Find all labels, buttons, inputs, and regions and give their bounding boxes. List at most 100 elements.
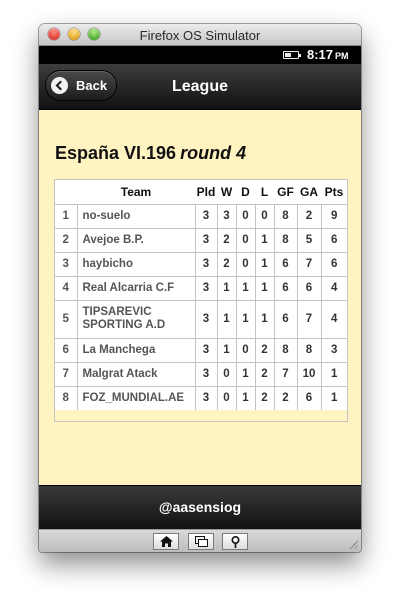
team-cell: Malgrat Atack xyxy=(76,361,195,386)
stat-cell: 1 xyxy=(216,299,236,338)
stat-cell: 8 xyxy=(273,227,297,252)
league-content: España VI.196 round 4 Team Pld W D L GF G… xyxy=(39,110,361,485)
app-footer: @aasensiog xyxy=(39,485,361,529)
stat-cell: 3 xyxy=(194,227,217,252)
team-cell: Real Alcarria C.F xyxy=(76,275,195,300)
column-header xyxy=(55,180,77,205)
stat-cell: 1 xyxy=(254,275,274,300)
status-clock: 8:17 PM xyxy=(307,47,349,62)
header-title: League xyxy=(171,78,228,95)
clock-time: 8:17 xyxy=(307,47,334,62)
team-cell: Avejoe B.P. xyxy=(76,227,195,252)
stat-cell: 1 xyxy=(235,275,255,300)
table-row: 5 TIPSAREVIC SPORTING A.D 3 1 1 1 6 7 4 xyxy=(55,299,347,338)
stat-cell: 4 xyxy=(320,299,347,338)
column-header: GF xyxy=(274,180,297,205)
table-row: 7 Malgrat Atack 3 0 1 2 7 10 1 xyxy=(55,361,347,386)
table-row: 1 no-suelo 3 3 0 0 8 2 9 xyxy=(55,203,347,228)
column-header: Pts xyxy=(321,180,347,205)
stat-cell: 4 xyxy=(320,275,347,300)
stat-cell: 2 xyxy=(296,203,321,228)
stat-cell: 1 xyxy=(235,299,255,338)
stat-cell: 2 xyxy=(254,361,274,386)
stat-cell: 0 xyxy=(235,337,255,362)
table-row: 6 La Manchega 3 1 0 2 8 8 3 xyxy=(55,337,347,362)
rank-cell: 5 xyxy=(55,299,77,338)
app-header: Back League xyxy=(39,64,361,110)
stat-cell: 1 xyxy=(320,361,347,386)
stat-cell: 1 xyxy=(254,299,274,338)
stat-cell: 9 xyxy=(320,203,347,228)
stat-cell: 8 xyxy=(273,203,297,228)
stat-cell: 6 xyxy=(296,385,321,410)
stat-cell: 3 xyxy=(216,203,236,228)
team-cell: FOZ_MUNDIAL.AE xyxy=(76,385,195,410)
stat-cell: 1 xyxy=(216,275,236,300)
stat-cell: 6 xyxy=(320,227,347,252)
stat-cell: 5 xyxy=(296,227,321,252)
stat-cell: 3 xyxy=(320,337,347,362)
stat-cell: 6 xyxy=(273,275,297,300)
rank-cell: 3 xyxy=(55,251,77,276)
league-heading: España VI.196 round 4 xyxy=(55,143,246,164)
stat-cell: 6 xyxy=(320,251,347,276)
rank-cell: 8 xyxy=(55,385,77,410)
footer-handle: @aasensiog xyxy=(158,499,242,515)
stat-cell: 3 xyxy=(194,203,217,228)
league-round: round 4 xyxy=(180,143,247,163)
table-row: 2 Avejoe B.P. 3 2 0 1 8 5 6 xyxy=(55,227,347,252)
stat-cell: 8 xyxy=(296,337,321,362)
location-button[interactable] xyxy=(222,533,248,550)
stat-cell: 2 xyxy=(254,385,274,410)
stat-cell: 1 xyxy=(254,251,274,276)
league-name: España VI.196 xyxy=(55,143,177,163)
table-row: 4 Real Alcarria C.F 3 1 1 1 6 6 4 xyxy=(55,275,347,300)
resize-grip[interactable] xyxy=(348,539,358,549)
windows-icon xyxy=(195,536,208,547)
battery-icon xyxy=(283,51,301,59)
simulator-bottom-bar xyxy=(39,529,361,552)
stat-cell: 1 xyxy=(320,385,347,410)
stat-cell: 10 xyxy=(296,361,321,386)
home-button[interactable] xyxy=(153,533,179,550)
rank-cell: 4 xyxy=(55,275,77,300)
team-cell: haybicho xyxy=(76,251,195,276)
stat-cell: 0 xyxy=(254,203,274,228)
stat-cell: 6 xyxy=(296,275,321,300)
stat-cell: 3 xyxy=(194,251,217,276)
simulator-window: Firefox OS Simulator 8:17 PM Back League … xyxy=(39,24,361,552)
stat-cell: 2 xyxy=(273,385,297,410)
stat-cell: 1 xyxy=(235,361,255,386)
team-cell: TIPSAREVIC SPORTING A.D xyxy=(76,299,195,338)
home-icon xyxy=(160,536,173,547)
column-header: W xyxy=(217,180,236,205)
stat-cell: 0 xyxy=(216,385,236,410)
stat-cell: 0 xyxy=(235,227,255,252)
stat-cell: 3 xyxy=(194,299,217,338)
league-table: Team Pld W D L GF GA Pts 1 no-suelo 3 3 0 0 8 2… xyxy=(55,180,347,410)
stat-cell: 6 xyxy=(273,299,297,338)
table-body: 1 no-suelo 3 3 0 0 8 2 9 2 Avejoe B.P. 3 2 0 1 8 5 6 3 hayb… xyxy=(55,203,347,410)
stat-cell: 1 xyxy=(254,227,274,252)
stat-cell: 7 xyxy=(273,361,297,386)
stat-cell: 2 xyxy=(216,227,236,252)
table-header-row: Team Pld W D L GF GA Pts xyxy=(55,180,347,205)
stat-cell: 8 xyxy=(273,337,297,362)
stat-cell: 0 xyxy=(235,203,255,228)
rank-cell: 2 xyxy=(55,227,77,252)
rank-cell: 7 xyxy=(55,361,77,386)
stat-cell: 3 xyxy=(194,361,217,386)
status-bar: 8:17 PM xyxy=(39,46,361,64)
column-header: D xyxy=(236,180,255,205)
column-header: Team xyxy=(77,180,195,205)
windows-button[interactable] xyxy=(188,533,214,550)
team-cell: La Manchega xyxy=(76,337,195,362)
rank-cell: 1 xyxy=(55,203,77,228)
column-header: GA xyxy=(297,180,321,205)
location-pin-icon xyxy=(231,536,240,548)
window-titlebar: Firefox OS Simulator xyxy=(39,24,361,46)
column-header: Pld xyxy=(195,180,217,205)
battery-level xyxy=(285,53,291,57)
stat-cell: 6 xyxy=(273,251,297,276)
rank-cell: 6 xyxy=(55,337,77,362)
